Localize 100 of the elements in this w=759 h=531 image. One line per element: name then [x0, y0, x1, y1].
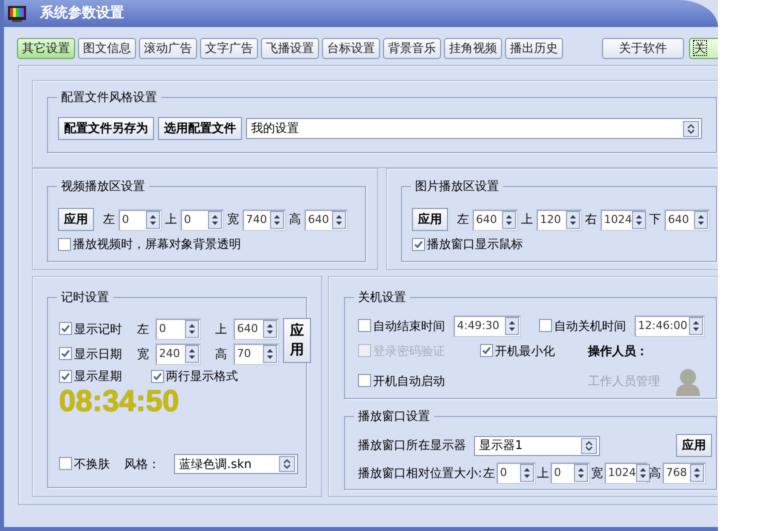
field-label: 上: [537, 466, 550, 480]
tv-icon: [8, 6, 26, 22]
field-label: 右: [585, 212, 597, 227]
checkbox[interactable]: [412, 238, 425, 251]
spin-arrows-icon: [263, 345, 277, 363]
number-field[interactable]: 640: [304, 208, 348, 230]
number-field[interactable]: 640: [233, 318, 279, 340]
group-title: 记时设置: [57, 290, 113, 304]
spin-arrows-icon: [694, 210, 708, 228]
tab[interactable]: 飞播设置: [261, 38, 319, 59]
field-label: 左: [457, 212, 469, 227]
number-field[interactable]: 240: [155, 343, 201, 365]
spin-arrows-icon: [690, 464, 704, 482]
checkbox-label: 两行显示格式: [166, 369, 238, 384]
apply-button[interactable]: 应用: [412, 208, 448, 231]
button[interactable]: 关: [689, 38, 718, 59]
number-field[interactable]: 0: [155, 318, 201, 340]
field-label: 宽: [137, 346, 149, 362]
number-field[interactable]: 0: [550, 462, 590, 484]
checkbox-label: 自动关机时间: [554, 318, 626, 334]
checkbox[interactable]: [358, 319, 371, 332]
number-field[interactable]: 12:46:00: [634, 315, 705, 337]
tab[interactable]: 其它设置: [17, 38, 75, 59]
number-field[interactable]: 1024: [604, 462, 648, 484]
number-field[interactable]: 0: [496, 462, 536, 484]
field-label: 播放窗口相对位置大小:: [358, 466, 482, 480]
checkbox-label: 不换肤: [74, 456, 110, 472]
checkbox[interactable]: [59, 457, 72, 470]
button[interactable]: 选用配置文件: [158, 117, 242, 140]
field-label: 宽: [591, 466, 604, 480]
apply-button[interactable]: 应用: [676, 434, 712, 457]
number-field[interactable]: 0: [180, 208, 224, 230]
operator-label: 操作人员：: [588, 344, 648, 358]
field-label: 高: [649, 466, 662, 480]
number-field[interactable]: 0: [118, 208, 162, 230]
number-field[interactable]: 1024: [600, 208, 646, 230]
spin-arrows-icon: [146, 210, 160, 228]
checkbox[interactable]: [59, 347, 72, 360]
number-field[interactable]: 120: [536, 208, 582, 230]
checkbox-label: 开机最小化: [495, 344, 555, 358]
dropdown[interactable]: 蓝绿色调.skn: [174, 454, 298, 474]
spin-arrows-icon: [185, 345, 199, 363]
checkbox[interactable]: [358, 374, 371, 388]
button[interactable]: 关于软件: [602, 38, 684, 59]
number-field[interactable]: 640: [664, 208, 710, 230]
field-label: 风格：: [124, 456, 160, 472]
spin-arrows-icon: [632, 210, 646, 228]
group-title: 配置文件风格设置: [57, 90, 161, 104]
checkbox[interactable]: [151, 370, 164, 383]
checkbox[interactable]: [58, 238, 71, 251]
field-label: 高: [215, 346, 227, 362]
number-field[interactable]: 740: [242, 208, 286, 230]
tab[interactable]: 挂角视频: [444, 38, 502, 59]
number-field[interactable]: 4:49:30: [453, 315, 521, 337]
field-label: 左: [483, 466, 496, 480]
spin-arrows-icon: [270, 210, 284, 228]
apply-button[interactable]: 应用: [283, 318, 311, 363]
checkbox[interactable]: [539, 319, 552, 332]
checkbox-label: 播放窗口显示鼠标: [427, 237, 523, 252]
tab[interactable]: 播出历史: [505, 38, 563, 59]
apply-button[interactable]: 应用: [58, 208, 94, 231]
spin-arrows-icon: [574, 464, 588, 482]
spin-arrows-icon: [505, 317, 519, 335]
spin-arrows-icon: [520, 464, 534, 482]
number-field[interactable]: 640: [472, 208, 518, 230]
checkbox-label: 显示日期: [74, 346, 122, 362]
number-field[interactable]: 768: [662, 462, 706, 484]
group-title: 播放窗口设置: [354, 409, 434, 424]
checkbox-label: 播放视频时，屏幕对象背景透明: [73, 237, 241, 252]
tab[interactable]: 图文信息: [78, 38, 136, 59]
checkbox[interactable]: [59, 370, 72, 383]
checkbox[interactable]: [59, 322, 72, 336]
spin-arrows-icon: [185, 320, 199, 338]
field-label: 上: [521, 212, 533, 227]
tab[interactable]: 文字广告: [200, 38, 258, 59]
group-title: 视频播放区设置: [57, 179, 149, 194]
spin-arrows-icon: [208, 210, 222, 228]
button[interactable]: 配置文件另存为: [58, 117, 154, 140]
tab[interactable]: 台标设置: [322, 38, 380, 59]
spin-arrows-icon: [502, 210, 516, 228]
window-title: 系统参数设置: [40, 5, 124, 22]
checkbox-label: 显示记时: [74, 322, 122, 336]
tab[interactable]: 滚动广告: [139, 38, 197, 59]
number-field[interactable]: 70: [233, 343, 279, 365]
field-label: 左: [103, 212, 115, 227]
dropdown[interactable]: 显示器1: [474, 436, 600, 456]
checkbox-label: 自动结束时间: [373, 318, 445, 334]
clock-display: 08:34:50: [59, 387, 180, 418]
spin-arrows-icon: [566, 210, 580, 228]
field-label: 下: [649, 212, 661, 227]
spin-arrows-icon: [263, 320, 277, 338]
field-label: 左: [137, 322, 149, 336]
field-label: 高: [289, 212, 301, 227]
tab[interactable]: 背景音乐: [383, 38, 441, 59]
spin-arrows-icon: [636, 464, 650, 482]
checkbox[interactable]: [480, 344, 493, 358]
dropdown[interactable]: 我的设置: [246, 118, 702, 139]
field-label: 播放窗口所在显示器: [358, 438, 466, 453]
checkbox-label: 显示星期: [74, 369, 122, 384]
group-title: 关机设置: [354, 290, 410, 304]
